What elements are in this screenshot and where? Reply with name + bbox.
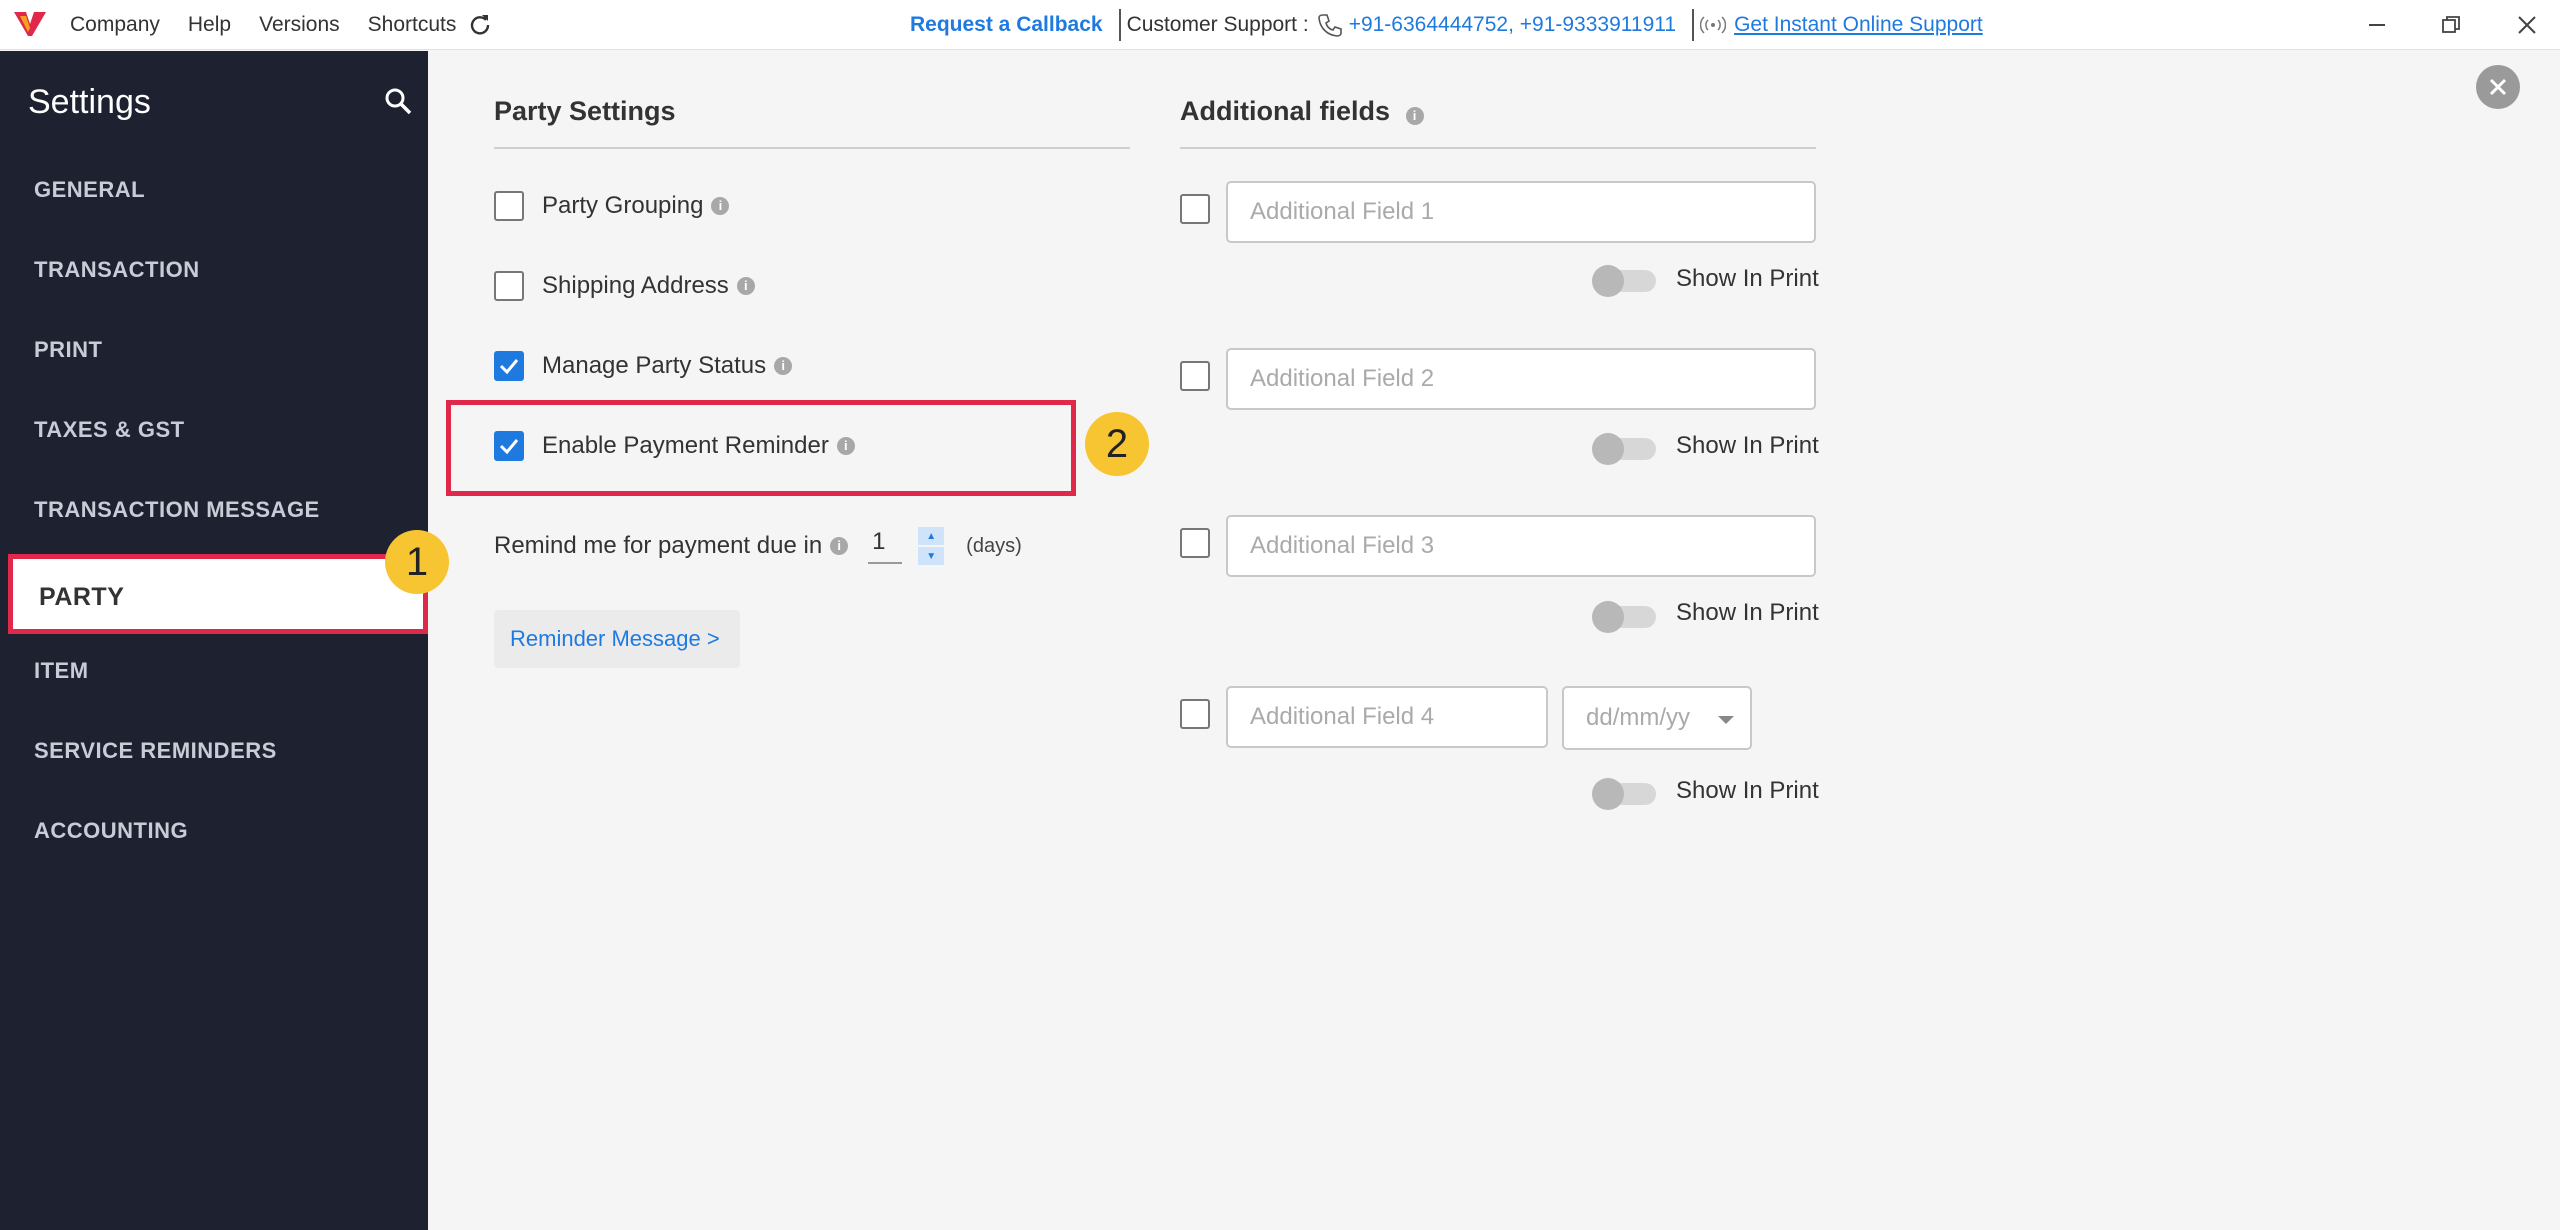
- party-grouping-row[interactable]: Party Grouping i: [494, 191, 730, 221]
- manage-party-status-label: Manage Party Status: [542, 352, 767, 379]
- manage-party-status-row[interactable]: Manage Party Status i: [494, 351, 793, 381]
- online-support-link[interactable]: Get Instant Online Support: [1734, 13, 1983, 37]
- sidebar-item-print[interactable]: PRINT: [34, 337, 103, 363]
- additional-field-3-input[interactable]: Additional Field 3: [1226, 515, 1816, 577]
- toggle-knob: [1592, 778, 1624, 810]
- check-icon: [499, 439, 519, 455]
- app-logo-icon: [14, 12, 46, 36]
- additional-field-3-checkbox[interactable]: [1180, 528, 1210, 558]
- additional-field-2-input[interactable]: Additional Field 2: [1226, 348, 1816, 410]
- request-callback-link[interactable]: Request a Callback: [910, 13, 1103, 37]
- sidebar-item-service-reminders[interactable]: SERVICE REMINDERS: [34, 738, 277, 764]
- restore-button[interactable]: [2434, 8, 2468, 42]
- menu-versions[interactable]: Versions: [259, 13, 340, 37]
- chevron-down-icon: [1718, 716, 1734, 724]
- sidebar-item-item[interactable]: ITEM: [34, 658, 89, 684]
- top-menu: Company Help Versions Shortcuts: [70, 0, 484, 50]
- support-strip: Request a Callback Customer Support : +9…: [910, 0, 1983, 50]
- close-icon: [2518, 16, 2536, 34]
- manage-party-status-checkbox[interactable]: [494, 351, 524, 381]
- sidebar-item-label: PARTY: [39, 583, 125, 611]
- menu-shortcuts[interactable]: Shortcuts: [368, 13, 457, 37]
- step-badge-2: 2: [1085, 412, 1149, 476]
- step-badge-1: 1: [385, 530, 449, 594]
- sidebar-item-general[interactable]: GENERAL: [34, 177, 145, 203]
- info-icon[interactable]: i: [774, 357, 793, 375]
- search-icon[interactable]: [382, 85, 414, 117]
- menu-company[interactable]: Company: [70, 13, 160, 37]
- shipping-address-row[interactable]: Shipping Address i: [494, 271, 755, 301]
- toggle-knob: [1592, 265, 1624, 297]
- party-grouping-checkbox[interactable]: [494, 191, 524, 221]
- window-close-button[interactable]: [2510, 8, 2544, 42]
- divider: [1692, 9, 1695, 41]
- stepper-up-icon[interactable]: ▲: [918, 527, 945, 545]
- shipping-address-checkbox[interactable]: [494, 271, 524, 301]
- sidebar-title: Settings: [28, 83, 151, 121]
- show-in-print-4-label: Show In Print: [1676, 777, 1819, 804]
- title-bar: Company Help Versions Shortcuts Request …: [0, 0, 2560, 50]
- sidebar-item-taxes-gst[interactable]: TAXES & GST: [34, 417, 185, 443]
- sidebar-item-accounting[interactable]: ACCOUNTING: [34, 818, 188, 844]
- customer-support-label: Customer Support :: [1126, 13, 1309, 36]
- phone-icon: [1317, 14, 1342, 37]
- info-icon[interactable]: i: [830, 537, 849, 555]
- additional-field-2-checkbox[interactable]: [1180, 361, 1210, 391]
- remind-due-row: Remind me for payment due in i 1 ▲ ▼ (da…: [494, 526, 1022, 566]
- show-in-print-3-label: Show In Print: [1676, 599, 1819, 626]
- additional-field-4-checkbox[interactable]: [1180, 699, 1210, 729]
- menu-help[interactable]: Help: [188, 13, 231, 37]
- minimize-button[interactable]: [2360, 8, 2394, 42]
- toggle-knob: [1592, 433, 1624, 465]
- toggle-knob: [1592, 601, 1624, 633]
- check-icon: [499, 359, 519, 375]
- restore-icon: [2442, 16, 2460, 33]
- sidebar-item-transaction[interactable]: TRANSACTION: [34, 257, 200, 283]
- remind-days-unit: (days): [966, 534, 1022, 557]
- remind-days-stepper[interactable]: ▲ ▼: [918, 526, 945, 566]
- show-in-print-2-label: Show In Print: [1676, 432, 1819, 459]
- enable-payment-reminder-row[interactable]: Enable Payment Reminder i: [494, 431, 855, 461]
- party-settings-divider: [494, 147, 1130, 149]
- support-phone-numbers[interactable]: +91-6364444752, +91-9333911911: [1349, 13, 1676, 37]
- remind-days-input[interactable]: 1: [868, 528, 903, 564]
- settings-sidebar: Settings GENERAL TRANSACTION PRINT TAXES…: [0, 51, 428, 1230]
- info-icon[interactable]: i: [1405, 107, 1424, 125]
- additional-fields-title-text: Additional fields: [1180, 96, 1391, 126]
- additional-field-1-input[interactable]: Additional Field 1: [1226, 181, 1816, 243]
- show-in-print-2-toggle[interactable]: [1592, 433, 1656, 465]
- sidebar-item-party[interactable]: PARTY: [8, 554, 428, 634]
- refresh-icon[interactable]: [468, 12, 492, 36]
- show-in-print-1-toggle[interactable]: [1592, 265, 1656, 297]
- stepper-down-icon[interactable]: ▼: [918, 547, 945, 565]
- additional-field-4-input[interactable]: Additional Field 4: [1226, 686, 1548, 748]
- show-in-print-4-toggle[interactable]: [1592, 778, 1656, 810]
- info-icon[interactable]: i: [711, 197, 730, 215]
- party-grouping-label: Party Grouping: [542, 192, 704, 219]
- info-icon[interactable]: i: [836, 437, 855, 455]
- date-format-value: dd/mm/yy: [1586, 704, 1691, 731]
- date-format-select[interactable]: dd/mm/yy: [1562, 686, 1752, 750]
- party-settings-title: Party Settings: [494, 96, 676, 126]
- show-in-print-1-label: Show In Print: [1676, 265, 1819, 292]
- reminder-message-button[interactable]: Reminder Message >: [494, 610, 740, 668]
- sidebar-item-transaction-message[interactable]: TRANSACTION MESSAGE: [34, 497, 320, 523]
- enable-payment-reminder-checkbox[interactable]: [494, 431, 524, 461]
- additional-fields-title: Additional fields i: [1180, 96, 1424, 127]
- additional-field-1-checkbox[interactable]: [1180, 194, 1210, 224]
- minimize-icon: [2369, 24, 2385, 26]
- shipping-address-label: Shipping Address: [542, 272, 729, 299]
- info-icon[interactable]: i: [736, 277, 755, 295]
- divider: [1118, 9, 1121, 41]
- remind-due-label: Remind me for payment due in: [494, 532, 823, 559]
- additional-fields-divider: [1180, 147, 1816, 149]
- show-in-print-3-toggle[interactable]: [1592, 601, 1656, 633]
- settings-close-button[interactable]: [2476, 65, 2520, 109]
- enable-payment-reminder-label: Enable Payment Reminder: [542, 432, 829, 459]
- broadcast-icon: [1700, 16, 1727, 34]
- close-icon: [2489, 78, 2507, 96]
